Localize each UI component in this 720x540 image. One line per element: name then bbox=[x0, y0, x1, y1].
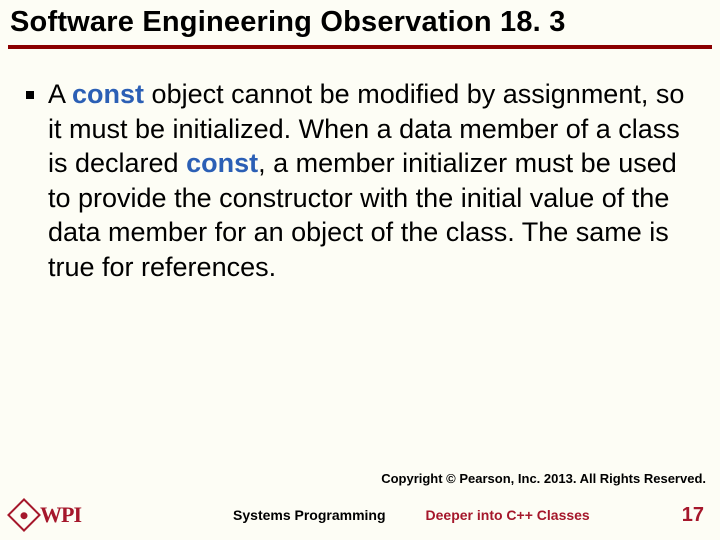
bullet-item: A const object cannot be modified by ass… bbox=[26, 77, 694, 284]
square-bullet-icon bbox=[26, 91, 34, 99]
page-number: 17 bbox=[682, 504, 704, 527]
footer-center: Systems Programming Deeper into C++ Clas… bbox=[141, 507, 682, 523]
text-fragment: A bbox=[48, 79, 72, 109]
footer: WPI Systems Programming Deeper into C++ … bbox=[0, 500, 720, 530]
slide: Software Engineering Observation 18. 3 A… bbox=[0, 0, 720, 540]
wpi-logo-badge-icon bbox=[7, 498, 41, 532]
body-text: A const object cannot be modified by ass… bbox=[48, 77, 694, 284]
wpi-logo-dot-icon bbox=[19, 510, 29, 520]
slide-title: Software Engineering Observation 18. 3 bbox=[10, 6, 710, 39]
title-bar: Software Engineering Observation 18. 3 bbox=[0, 0, 720, 43]
content-area: A const object cannot be modified by ass… bbox=[0, 49, 720, 284]
keyword-const: const bbox=[72, 79, 144, 109]
keyword-const: const bbox=[186, 148, 258, 178]
copyright-notice: Copyright © Pearson, Inc. 2013. All Righ… bbox=[381, 471, 706, 486]
footer-left-text: Systems Programming bbox=[233, 507, 386, 523]
footer-right-text: Deeper into C++ Classes bbox=[426, 507, 590, 523]
wpi-logo-text: WPI bbox=[40, 502, 81, 528]
wpi-logo: WPI bbox=[12, 502, 81, 528]
